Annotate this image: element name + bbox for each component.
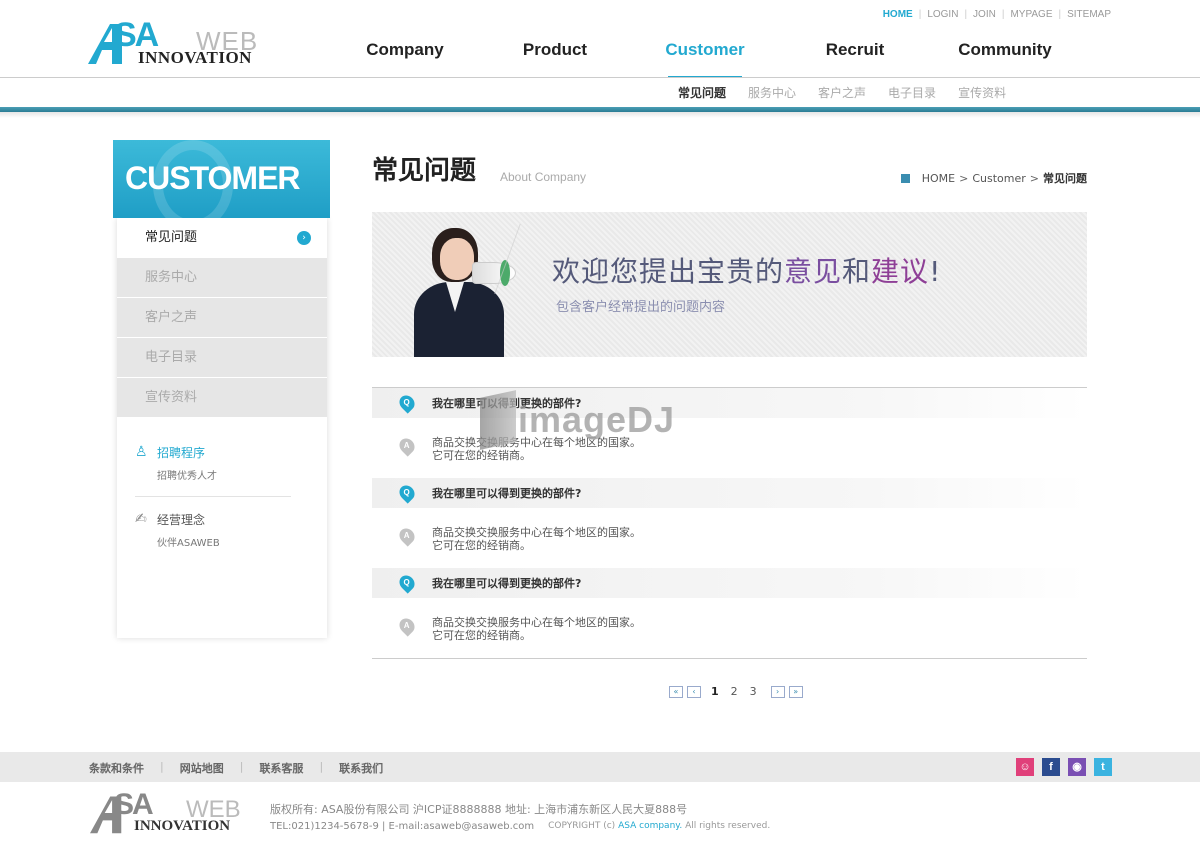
next-page-button[interactable]: › — [770, 685, 785, 698]
me2day-icon[interactable]: ☺ — [1016, 758, 1034, 776]
chevron-right-icon: › — [297, 231, 311, 245]
facebook-icon[interactable]: f — [1042, 758, 1060, 776]
footer-contact: TEL:021)1234-5678-9 | E-mail:asaweb@asaw… — [270, 821, 535, 832]
breadcrumb-current: 常见问题 — [1043, 172, 1087, 185]
nav-community[interactable]: Community — [930, 40, 1080, 78]
footer-contact-link[interactable]: 联系我们 — [339, 760, 383, 776]
question-badge-icon: Q — [396, 392, 418, 414]
sidebar-item-catalog[interactable]: 电子目录 — [117, 338, 327, 378]
util-sitemap-link[interactable]: SITEMAP — [1067, 9, 1111, 20]
breadcrumb: HOME > Customer > 常见问题 — [900, 170, 1087, 186]
sidebar-item-promo[interactable]: 宣传资料 — [117, 378, 327, 418]
util-home-link[interactable]: HOME — [883, 9, 913, 20]
sidebar-extras: ♙ 招聘程序 招聘优秀人才 ✍ 经营理念 伙伴ASAWEB — [117, 418, 327, 549]
page-2[interactable]: 2 — [731, 685, 738, 698]
footer-links: 条款和条件 | 网站地图 | 联系客服 | 联系我们 — [89, 760, 384, 776]
woman-megaphone-image — [412, 224, 516, 357]
breadcrumb-home[interactable]: HOME — [922, 172, 955, 185]
sidebar-item-label: 客户之声 — [145, 310, 198, 325]
person-icon: ♙ — [135, 444, 148, 460]
last-page-button[interactable]: » — [788, 685, 803, 698]
header-divider — [0, 77, 1200, 78]
footer-terms-link[interactable]: 条款和条件 — [89, 760, 144, 776]
footer-bar: 条款和条件 | 网站地图 | 联系客服 | 联系我们 ☺ f ◉ t — [0, 752, 1200, 782]
subnav-service[interactable]: 服务中心 — [748, 84, 796, 101]
pagination: « ‹ 1 2 3 › » — [669, 685, 807, 698]
main-nav: Company Product Customer Recruit Communi… — [330, 40, 1080, 78]
nav-company[interactable]: Company — [330, 40, 480, 78]
logo-innovation: INNOVATION — [138, 48, 252, 67]
question-badge-icon: Q — [396, 572, 418, 594]
answer-badge-icon: A — [396, 435, 418, 457]
sidebar-item-voice[interactable]: 客户之声 — [117, 298, 327, 338]
faq-banner: 欢迎您提出宝贵的意见和建议! 包含客户经常提出的问题内容 — [372, 212, 1087, 357]
footer-sitemap-link[interactable]: 网站地图 — [180, 760, 224, 776]
subnav-catalog[interactable]: 电子目录 — [888, 84, 936, 101]
handshake-icon: ✍ — [135, 511, 147, 527]
site-logo[interactable]: SA WEB INNOVATION — [88, 16, 268, 68]
first-page-button[interactable]: « — [669, 685, 683, 698]
footer-address: 版权所有: ASA股份有限公司 沪ICP证8888888 地址: 上海市浦东新区… — [270, 803, 688, 816]
question-badge-icon: Q — [396, 482, 418, 504]
sidebar-item-label: 电子目录 — [145, 350, 198, 365]
prev-page-button[interactable]: ‹ — [687, 685, 701, 698]
sidebar-item-label: 服务中心 — [145, 270, 198, 285]
watermark-cube-icon — [480, 390, 516, 450]
footer-copyright: COPYRIGHT (c) ASA company. All rights re… — [548, 821, 771, 831]
sidebar: CUSTOMER 常见问题 › 服务中心 客户之声 电子目录 宣传资料 ♙ 招聘… — [113, 140, 330, 638]
page-title: 常见问题 — [372, 156, 477, 186]
answer-badge-icon: A — [396, 525, 418, 547]
sidebar-item-label: 宣传资料 — [145, 390, 198, 405]
banner-headline: 欢迎您提出宝贵的意见和建议! — [552, 255, 942, 288]
page-1[interactable]: 1 — [711, 685, 719, 698]
subnav-promo[interactable]: 宣传资料 — [958, 84, 1006, 101]
faq-question[interactable]: Q 我在哪里可以得到更换的部件? — [372, 568, 1087, 598]
sidebar-recruit-link[interactable]: ♙ 招聘程序 招聘优秀人才 — [135, 444, 327, 482]
sidebar-philosophy-link[interactable]: ✍ 经营理念 伙伴ASAWEB — [135, 511, 327, 549]
subnav-faq[interactable]: 常见问题 — [678, 84, 726, 101]
sub-nav: 常见问题 服务中心 客户之声 电子目录 宣传资料 — [678, 84, 1028, 101]
social-links: ☺ f ◉ t — [1008, 758, 1112, 776]
faq-answer: A 商品交换交换服务中心在每个地区的国家。 它可在您的经销商。 — [372, 598, 1087, 658]
yozm-icon[interactable]: ◉ — [1068, 758, 1086, 776]
faq-question[interactable]: Q 我在哪里可以得到更换的部件? — [372, 478, 1087, 508]
home-icon — [900, 173, 910, 183]
sidebar-item-service[interactable]: 服务中心 — [117, 258, 327, 298]
sidebar-item-faq[interactable]: 常见问题 › — [117, 218, 327, 258]
sidebar-menu: 常见问题 › 服务中心 客户之声 电子目录 宣传资料 ♙ 招聘程序 招聘优秀人才 — [117, 218, 327, 638]
subnav-voice[interactable]: 客户之声 — [818, 84, 866, 101]
nav-product[interactable]: Product — [480, 40, 630, 78]
site-header: SA WEB INNOVATION HOME | LOGIN | JOIN | … — [0, 0, 1200, 118]
util-mypage-link[interactable]: MYPAGE — [1010, 9, 1052, 20]
faq-answer: A 商品交换交换服务中心在每个地区的国家。 它可在您的经销商。 — [372, 508, 1087, 568]
util-login-link[interactable]: LOGIN — [927, 9, 958, 20]
footer-support-link[interactable]: 联系客服 — [259, 760, 303, 776]
twitter-icon[interactable]: t — [1094, 758, 1112, 776]
page-3[interactable]: 3 — [750, 685, 757, 698]
nav-recruit[interactable]: Recruit — [780, 40, 930, 78]
sidebar-item-label: 常见问题 — [145, 230, 198, 245]
util-join-link[interactable]: JOIN — [973, 9, 996, 20]
sidebar-title: CUSTOMER — [113, 140, 330, 218]
utility-links: HOME | LOGIN | JOIN | MYPAGE | SITEMAP — [882, 9, 1111, 20]
watermark: imageDJ — [480, 390, 675, 450]
nav-customer[interactable]: Customer — [630, 40, 780, 78]
banner-subline: 包含客户经常提出的问题内容 — [556, 300, 726, 315]
breadcrumb-section[interactable]: Customer — [972, 172, 1025, 185]
footer-logo[interactable]: SA WEB INNOVATION — [90, 788, 250, 836]
answer-badge-icon: A — [396, 615, 418, 637]
page-subtitle: About Company — [500, 170, 587, 184]
footer-info: 版权所有: ASA股份有限公司 沪ICP证8888888 地址: 上海市浦东新区… — [270, 801, 770, 832]
